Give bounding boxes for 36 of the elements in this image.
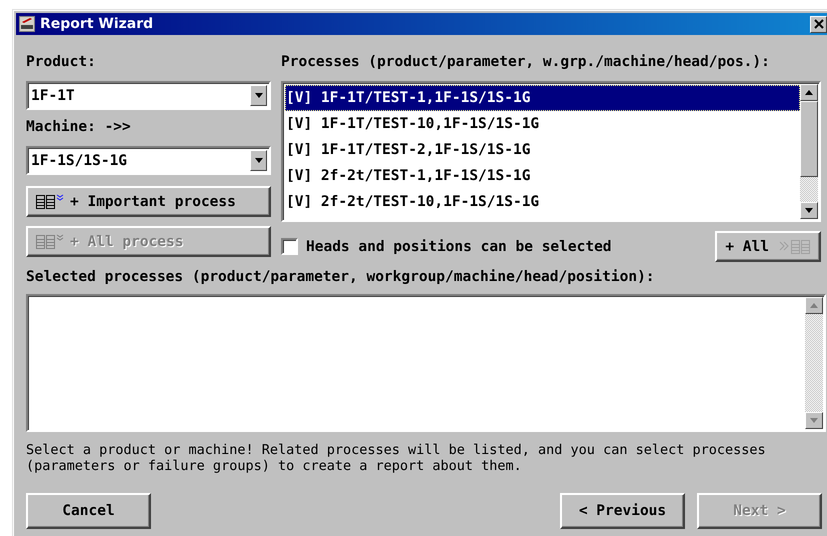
up-arrow-icon	[805, 90, 813, 95]
add-columns-icon	[36, 234, 66, 250]
add-columns-icon	[36, 194, 66, 210]
product-dropdown[interactable]: 1F-1T	[26, 81, 271, 110]
down-arrow-icon	[810, 418, 818, 423]
caret-icon	[254, 158, 262, 163]
product-label: Product:	[26, 53, 97, 71]
important-process-button[interactable]: + Important process	[26, 186, 271, 217]
heads-positions-checkbox[interactable]: Heads and positions can be selected	[281, 238, 612, 255]
dropdown-arrow-button[interactable]	[250, 150, 267, 171]
up-arrow-icon	[810, 303, 818, 308]
selected-processes-label: Selected processes (product/parameter, workgroup/machine/head/position):	[26, 268, 656, 286]
process-list-item[interactable]: [V] 1F-1T/TEST-2,1F-1S/1S-1G	[285, 137, 800, 163]
process-list-item[interactable]: [V] 1F-1T/TEST-10,1F-1S/1S-1G	[285, 111, 800, 137]
close-button[interactable]	[810, 16, 827, 32]
checkbox[interactable]	[281, 238, 298, 255]
down-arrow-icon	[805, 208, 813, 213]
caret-icon	[254, 93, 262, 98]
machine-label: Machine: ->>	[26, 118, 132, 136]
close-icon	[814, 19, 824, 29]
dropdown-arrow-button[interactable]	[250, 85, 267, 106]
machine-dropdown[interactable]: 1F-1S/1S-1G	[26, 146, 271, 175]
process-list-item[interactable]: [V] 2f-2t/TEST-10,1F-1S/1S-1G	[285, 189, 800, 215]
app-icon	[19, 16, 35, 32]
process-list-item[interactable]: [V] 1F-1T/TEST-1,1F-1S/1S-1G	[285, 85, 800, 111]
scrollbar-thumb[interactable]	[800, 101, 818, 177]
window-title: Report Wizard	[40, 16, 154, 32]
previous-button[interactable]: < Previous	[560, 493, 685, 529]
cancel-button[interactable]: Cancel	[26, 493, 151, 529]
add-all-button[interactable]: + All	[715, 231, 821, 262]
scrollbar[interactable]	[800, 84, 818, 219]
add-columns-icon	[779, 238, 811, 254]
scrollbar[interactable]	[805, 297, 823, 429]
processes-label: Processes (product/parameter, w.grp./machine/head/pos.):	[281, 53, 771, 71]
process-list-item[interactable]: [V] 2f-2t/TEST-1,1F-1S/1S-1G	[285, 163, 800, 189]
help-text: Select a product or machine! Related processes will be listed, and you can select processes (parameters or failure groups) to create a report about them.	[26, 442, 767, 474]
